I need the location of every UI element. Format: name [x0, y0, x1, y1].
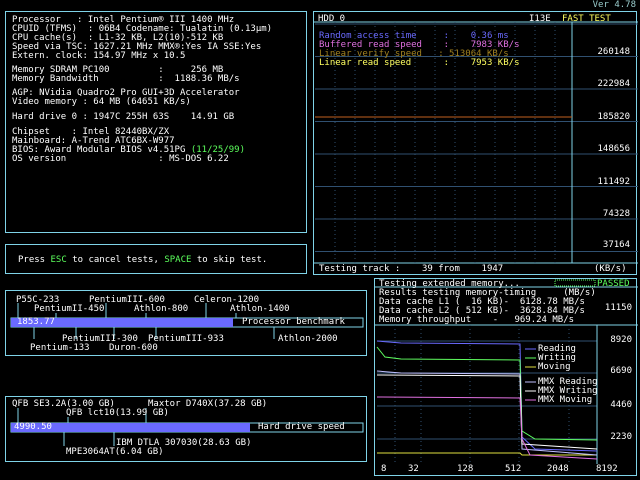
hdd-ytick: 222984: [597, 79, 630, 89]
cpu-tag: Athlon-2000: [278, 334, 338, 344]
memory-test-panel: Testing extended memory... PASSED Result…: [374, 278, 638, 476]
hint-mid: to cancel tests,: [66, 255, 165, 265]
cpu-tag: PentiumIII-933: [148, 334, 224, 344]
hard-drive-line: Hard drive 0 : 1947C 255H 63S 14.91 GB: [12, 112, 235, 122]
hdd-ytick: 74328: [602, 209, 630, 219]
extern-clock-line: Extern. clock: 154.97 MHz x 10.5: [12, 51, 186, 61]
mem-ytick: 8920: [610, 335, 632, 345]
mem-legend-moving: Moving: [538, 362, 571, 372]
testing-track-label: Testing track : 39 from 1947: [319, 264, 504, 274]
os-line: OS version : MS-DOS 6.22: [12, 154, 229, 164]
hdd-ytick: 185820: [597, 112, 630, 122]
mem-xtick: 2048: [547, 464, 569, 474]
esc-key-label[interactable]: ESC: [51, 255, 67, 265]
hdd-title: HDD 0: [318, 14, 346, 24]
hdd-ytick: 111492: [597, 177, 630, 187]
mem-xtick: 8: [381, 464, 387, 474]
mem-ytick: 2230: [610, 432, 632, 442]
version-label: Ver 4.78: [592, 0, 636, 10]
mem-ytick: 6690: [610, 366, 632, 376]
disk-benchmark-label: Hard drive speed: [258, 422, 345, 432]
system-info-panel: Processor : Intel Pentium® III 1400 MHz …: [5, 11, 307, 233]
hdd-test-panel: HDD 0 I13E FAST TEST Random access time …: [313, 11, 638, 275]
mem-series-line: [377, 452, 597, 456]
hint-panel: Press ESC to cancel tests, SPACE to skip…: [5, 244, 307, 274]
disk-benchmark-panel: QFB SE3.2A(3.00 GB) Maxtor D740X(37.28 G…: [5, 396, 367, 462]
legend-linear-read: Linear read speed : 7953 KB/s: [319, 58, 520, 68]
mem-xtick: 128: [457, 464, 474, 474]
mem-xtick: 8192: [596, 464, 618, 474]
hdd-mode: FAST TEST: [562, 14, 611, 24]
cpu-tag: PentiumII-450: [34, 304, 105, 314]
hint-text: Press ESC to cancel tests, SPACE to skip…: [18, 256, 267, 265]
hint-post: to skip test.: [191, 255, 268, 265]
hdd-ytick: 260148: [597, 47, 630, 57]
cpu-benchmark-value: 1853.77: [17, 317, 55, 327]
space-key-label[interactable]: SPACE: [164, 255, 191, 265]
bandwidth-line: Memory Bandwidth : 1188.36 MB/s: [12, 74, 240, 84]
video-memory-line: Video memory : 64 MB (64651 KB/s): [12, 97, 191, 107]
cpu-tag: Duron-600: [109, 343, 158, 353]
cpu-tag: Athlon-800: [134, 304, 189, 314]
hdd-model: I13E: [529, 14, 551, 24]
hdd-ytick: 148656: [597, 144, 630, 154]
mem-ytick: 4460: [610, 400, 632, 410]
hint-pre: Press: [18, 255, 51, 265]
cpu-tag: Athlon-1400: [230, 304, 290, 314]
cpu-benchmark-label: Processor benchmark: [242, 317, 345, 327]
disk-tag: QFB lct10(13.99 GB): [66, 408, 169, 418]
disk-benchmark-value: 4990.50: [14, 422, 52, 432]
mem-xtick: 32: [408, 464, 419, 474]
memtest-scale-top: 11150: [604, 303, 632, 313]
cpu-tag: Pentium-133: [30, 343, 90, 353]
mem-xtick: 512: [505, 464, 522, 474]
hdd-ytick: 37164: [602, 240, 630, 250]
mem-progress-indicator: [554, 279, 596, 287]
mem-legend-mmx-moving: MMX Moving: [538, 395, 593, 405]
memtest-status: PASSED: [597, 279, 630, 289]
disk-tag: MPE3064AT(6.04 GB): [66, 447, 164, 457]
memtest-line4: Memory throughput - 969.24 MB/s: [379, 315, 575, 325]
cpu-benchmark-panel: P55C-233 PentiumIII-600 Celeron-1200 Pen…: [5, 290, 367, 356]
hdd-unit-label: (KB/s): [594, 264, 627, 274]
